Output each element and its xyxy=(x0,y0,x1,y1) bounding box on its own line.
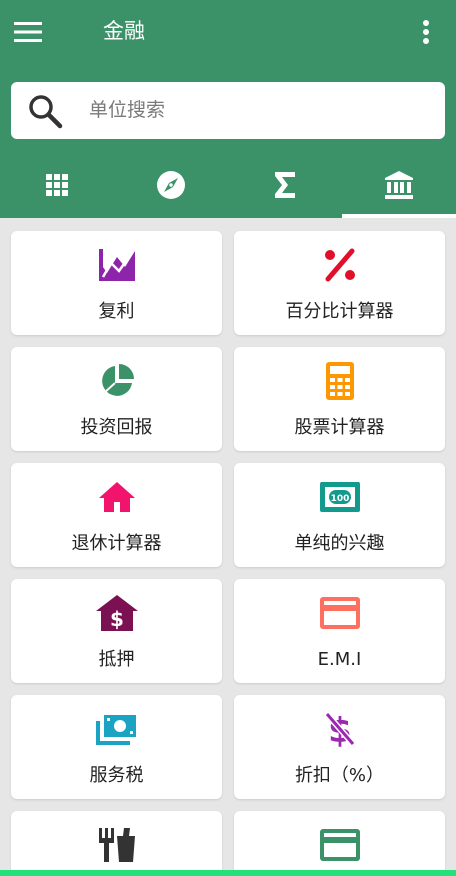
mortgage-house-icon: $ xyxy=(95,595,138,631)
grid-icon xyxy=(46,174,68,196)
page-title: 金融 xyxy=(103,19,145,43)
banknote-100-icon: 100 xyxy=(319,482,360,512)
card-label: 服务税 xyxy=(89,765,144,786)
search-input[interactable] xyxy=(89,90,429,130)
card-label: 投资回报 xyxy=(80,417,153,438)
card-service-tax[interactable]: 服务税 xyxy=(11,695,222,799)
card-label: E.M.I xyxy=(317,649,362,670)
card-label: 抵押 xyxy=(98,649,135,670)
card-payment[interactable] xyxy=(234,811,445,876)
card-discount[interactable]: $ 折扣（%） xyxy=(234,695,445,799)
category-tabs xyxy=(0,152,456,218)
card-compound-interest[interactable]: 复利 xyxy=(11,231,222,335)
line-chart-icon xyxy=(98,249,135,281)
svg-text:$: $ xyxy=(110,607,124,631)
card-percentage-calculator[interactable]: 百分比计算器 xyxy=(234,231,445,335)
card-investment-return[interactable]: 投资回报 xyxy=(11,347,222,451)
card-tip-calculator[interactable] xyxy=(11,811,222,876)
card-label: 股票计算器 xyxy=(294,417,385,438)
card-stock-calculator[interactable]: 股票计算器 xyxy=(234,347,445,451)
search-icon xyxy=(29,95,63,129)
menu-button[interactable] xyxy=(6,12,50,52)
card-retirement-calculator[interactable]: 退休计算器 xyxy=(11,463,222,567)
search-bar[interactable] xyxy=(11,82,445,139)
overflow-menu-button[interactable] xyxy=(406,12,446,52)
menu-icon xyxy=(14,22,42,42)
home-icon xyxy=(98,482,135,512)
credit-card-icon xyxy=(319,597,360,629)
tab-grid[interactable] xyxy=(0,152,114,218)
compass-icon xyxy=(157,171,185,199)
tab-sigma[interactable] xyxy=(228,152,342,218)
card-emi[interactable]: E.M.I xyxy=(234,579,445,683)
bank-icon xyxy=(385,171,413,199)
app-header: 金融 xyxy=(0,0,456,218)
tab-bank[interactable] xyxy=(342,152,456,218)
card-label: 复利 xyxy=(98,301,135,322)
more-vert-icon xyxy=(423,20,429,44)
card-label: 百分比计算器 xyxy=(285,301,394,322)
tab-compass[interactable] xyxy=(114,152,228,218)
sigma-icon xyxy=(275,172,295,198)
card-label: 单纯的兴趣 xyxy=(294,533,385,554)
card-label: 折扣（%） xyxy=(294,765,385,786)
card-icon xyxy=(319,829,360,861)
card-mortgage[interactable]: $ 抵押 xyxy=(11,579,222,683)
bottom-accent-bar xyxy=(0,870,456,876)
restaurant-icon xyxy=(98,828,135,862)
card-label: 退休计算器 xyxy=(71,533,162,554)
svg-text:100: 100 xyxy=(330,494,349,504)
calculator-icon xyxy=(325,362,354,400)
no-dollar-icon: $ xyxy=(324,711,355,748)
card-simple-interest[interactable]: 100 单纯的兴趣 xyxy=(234,463,445,567)
percent-icon xyxy=(324,248,355,282)
pie-chart-icon xyxy=(101,364,134,396)
cash-stack-icon xyxy=(95,715,136,745)
